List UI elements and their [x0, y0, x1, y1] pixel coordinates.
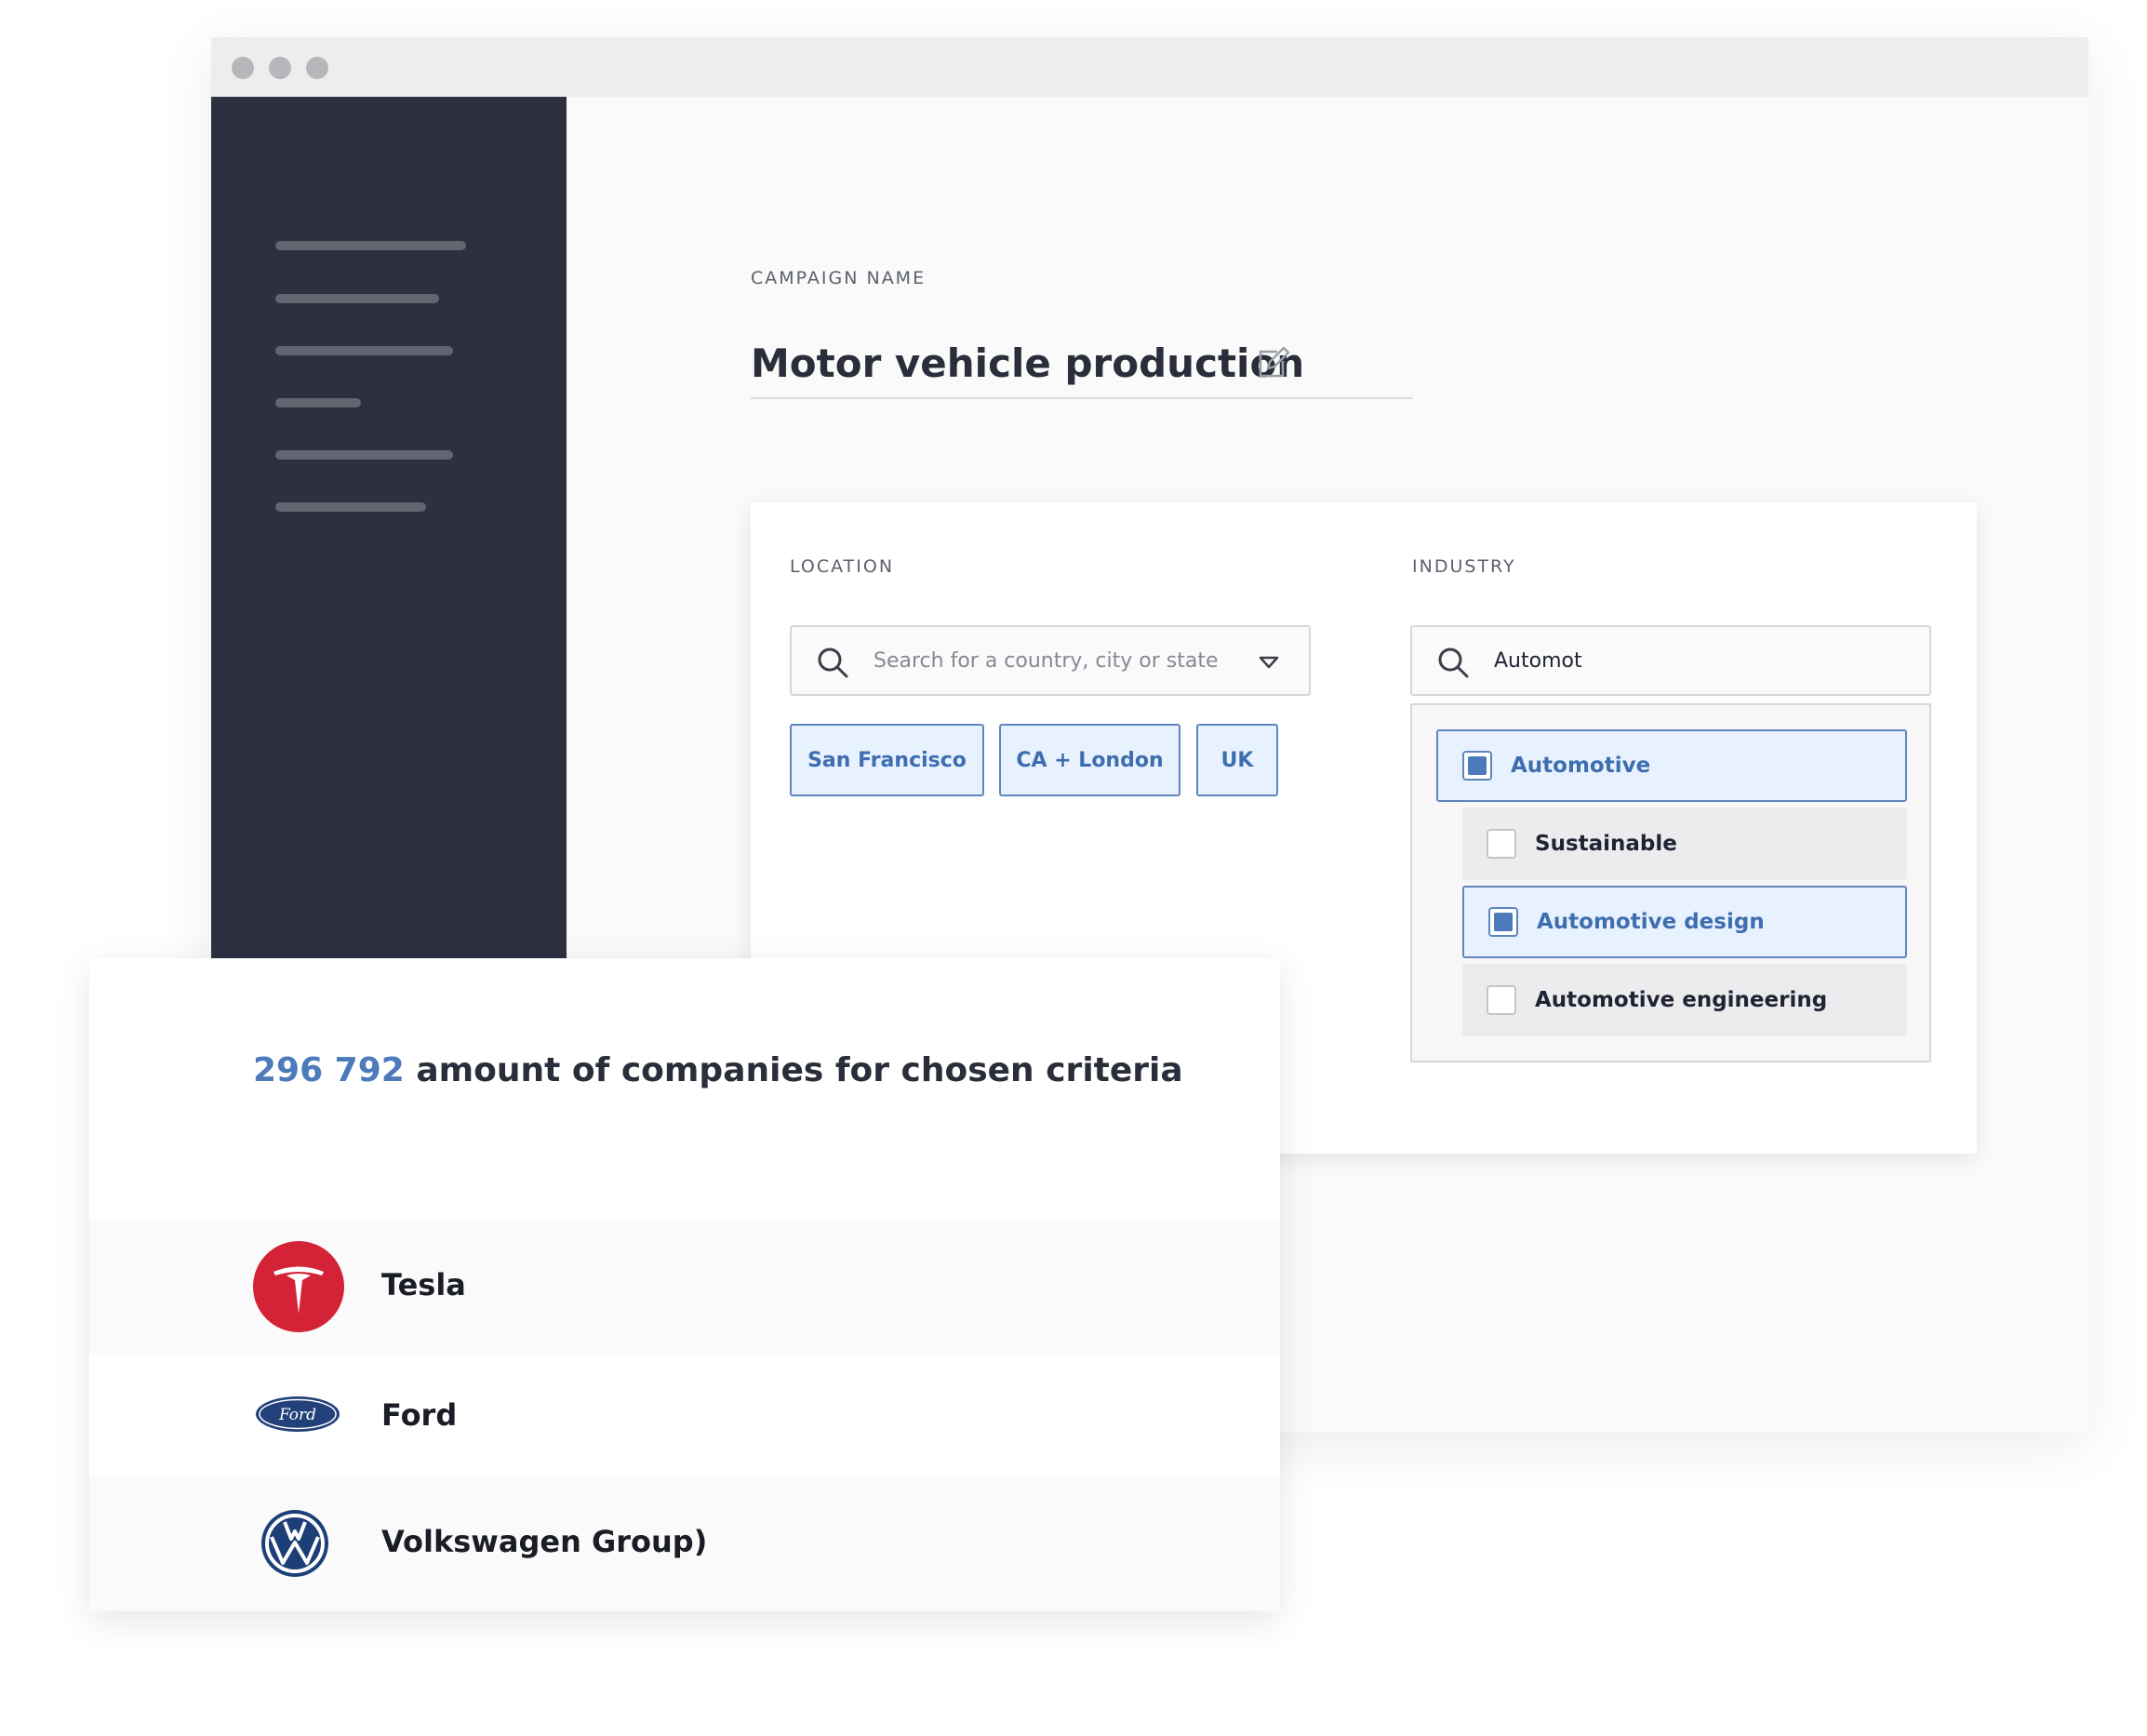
sidebar-item-placeholder[interactable] [275, 241, 466, 250]
ford-logo-icon: Ford [256, 1396, 340, 1432]
industry-option-automotive[interactable]: Automotive [1436, 729, 1907, 802]
sidebar-item-placeholder[interactable] [275, 450, 453, 460]
sidebar-item-placeholder[interactable] [275, 346, 453, 355]
option-label: Automotive design [1537, 910, 1765, 934]
campaign-title[interactable]: Motor vehicle production [751, 341, 1304, 386]
window-minimize-dot[interactable] [269, 57, 291, 79]
industry-option-automotive-design[interactable]: Automotive design [1462, 886, 1907, 958]
search-icon [818, 648, 848, 678]
tesla-logo-icon [253, 1241, 344, 1332]
company-row-tesla[interactable]: Tesla [89, 1219, 1280, 1355]
window-maximize-dot[interactable] [306, 57, 328, 79]
edit-icon[interactable] [1255, 346, 1290, 381]
checkbox-checked[interactable] [1462, 751, 1492, 781]
option-label: Sustainable [1535, 832, 1677, 856]
checkbox-unchecked[interactable] [1487, 985, 1516, 1015]
checkbox-unchecked[interactable] [1487, 829, 1516, 859]
industry-query: Automot [1494, 649, 1582, 673]
chevron-down-icon[interactable] [1259, 655, 1279, 670]
search-icon [1438, 648, 1469, 678]
location-chip-san-francisco[interactable]: San Francisco [790, 724, 984, 796]
sidebar-item-placeholder[interactable] [275, 398, 361, 407]
company-row-ford[interactable]: Ford Ford [89, 1355, 1280, 1476]
company-row-volkswagen[interactable]: Volkswagen Group) [89, 1476, 1280, 1611]
location-label: LOCATION [790, 556, 895, 577]
results-count: 296 792 [253, 1051, 405, 1089]
company-name: Ford [381, 1397, 458, 1433]
industry-dropdown: Automotive Sustainable Automotive design… [1410, 703, 1931, 1062]
window-close-dot[interactable] [232, 57, 254, 79]
location-placeholder: Search for a country, city or state [873, 649, 1219, 673]
checkbox-checked[interactable] [1488, 907, 1518, 937]
window-titlebar [211, 37, 2088, 97]
company-name: Volkswagen Group) [381, 1524, 708, 1559]
sidebar-item-placeholder[interactable] [275, 294, 439, 303]
sidebar [211, 97, 567, 999]
volkswagen-logo-icon [261, 1510, 328, 1577]
industry-option-sustainable[interactable]: Sustainable [1462, 808, 1907, 880]
results-text: amount of companies for chosen criteria [416, 1051, 1183, 1089]
company-name: Tesla [381, 1267, 466, 1302]
industry-option-automotive-engineering[interactable]: Automotive engineering [1462, 964, 1907, 1036]
sidebar-item-placeholder[interactable] [275, 502, 426, 512]
results-heading: 296 792 amount of companies for chosen c… [253, 1051, 1183, 1089]
title-underline [751, 397, 1413, 399]
location-search-input[interactable]: Search for a country, city or state [790, 625, 1311, 696]
location-chip-uk[interactable]: UK [1196, 724, 1278, 796]
option-label: Automotive [1511, 754, 1651, 778]
industry-label: INDUSTRY [1412, 556, 1516, 577]
location-chip-ca-london[interactable]: CA + London [999, 724, 1180, 796]
ford-logo-text: Ford [278, 1406, 316, 1424]
industry-search-input[interactable]: Automot [1410, 625, 1931, 696]
option-label: Automotive engineering [1535, 988, 1828, 1012]
campaign-name-label: CAMPAIGN NAME [751, 268, 927, 288]
